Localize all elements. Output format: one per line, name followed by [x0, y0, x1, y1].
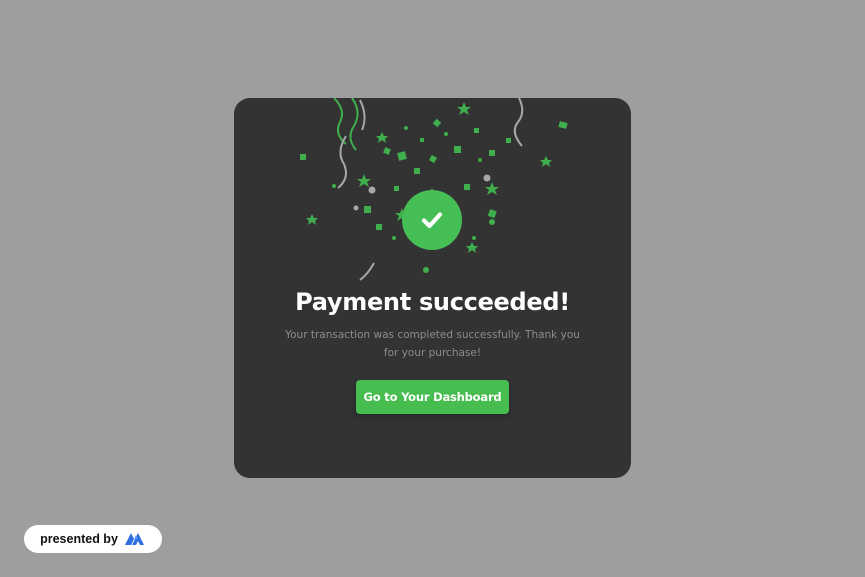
brand-logo-icon [124, 533, 144, 545]
payment-success-modal: Payment succeeded! Your transaction was … [234, 98, 631, 478]
go-to-dashboard-button[interactable]: Go to Your Dashboard [356, 380, 509, 414]
modal-title: Payment succeeded! [295, 288, 570, 316]
presented-by-label: presented by [40, 532, 118, 546]
modal-message: Your transaction was completed successfu… [285, 329, 580, 359]
check-icon [421, 212, 443, 229]
presented-by-badge[interactable]: presented by [24, 525, 162, 553]
success-check-badge [402, 190, 462, 250]
